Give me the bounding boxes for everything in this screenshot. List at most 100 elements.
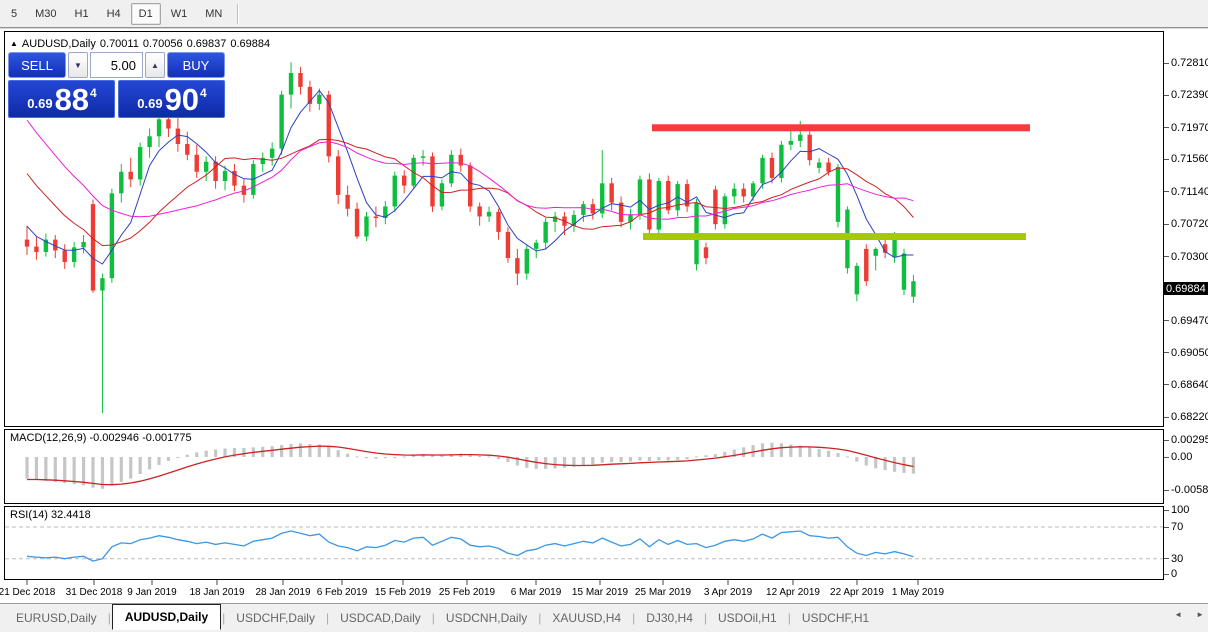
- date-label: 22 Apr 2019: [830, 587, 884, 598]
- sell-price-prefix: 0.69: [27, 96, 53, 111]
- macd-histogram-bar: [364, 457, 369, 459]
- macd-histogram-bar: [600, 457, 604, 463]
- support-line[interactable]: [643, 233, 1026, 241]
- candle-body: [835, 167, 841, 222]
- macd-histogram-bar: [204, 450, 208, 457]
- macd-histogram-bar: [826, 450, 831, 457]
- date-label: 18 Jan 2019: [189, 587, 245, 598]
- chart-close-value: 0.69884: [230, 38, 271, 50]
- candle-body: [637, 179, 643, 215]
- time-axis[interactable]: 21 Dec 2018 31 Dec 2018 9 Jan 2019 18 Jan 2…: [0, 580, 1164, 602]
- price-axis-label: 0.71970: [1164, 122, 1208, 134]
- chart-title: ▲ AUDUSD,Daily 0.70011 0.70056 0.69837 0…: [10, 38, 270, 50]
- sell-quote-box[interactable]: 0.69 88 4: [8, 80, 115, 118]
- candle-body: [713, 189, 718, 225]
- axis-tick: [1164, 352, 1169, 354]
- rsi-indicator-pane[interactable]: [4, 506, 1164, 580]
- tab-usdcad-daily[interactable]: USDCAD,Daily: [330, 607, 431, 629]
- tab-audusd-daily[interactable]: AUDUSD,Daily: [111, 604, 222, 630]
- tab-scroll-controls: ◄ ►: [1174, 610, 1204, 619]
- macd-histogram-bar: [374, 457, 378, 459]
- current-price-tag: 0.69884: [1164, 282, 1208, 296]
- candle-body: [524, 248, 529, 274]
- timeframe-button-h1[interactable]: H1: [67, 3, 97, 25]
- timeframe-button-d1[interactable]: D1: [130, 2, 161, 25]
- timeframe-button-5[interactable]: 5: [3, 3, 25, 25]
- macd-axis-label: 0.002957: [1164, 434, 1208, 446]
- axis-tick: [1164, 223, 1169, 225]
- candle-body: [34, 246, 39, 252]
- candle-body: [81, 241, 86, 248]
- candle-body: [732, 188, 737, 197]
- candle-body: [166, 119, 171, 129]
- price-axis-label: 0.68640: [1164, 379, 1208, 391]
- price-axis-label: 0.69470: [1164, 315, 1208, 327]
- tab-separator: |: [325, 611, 330, 625]
- date-label: 28 Jan 2019: [255, 587, 311, 598]
- macd-histogram-bar: [638, 457, 642, 461]
- macd-axis-label: 0.00: [1164, 451, 1192, 463]
- candle-body: [543, 221, 548, 243]
- one-click-trading-panel: SELL ▼ 5.00 ▲ BUY 0.69 88 4 0.69 90 4: [8, 52, 225, 118]
- resistance-line[interactable]: [652, 124, 1030, 132]
- macd-histogram-bar: [176, 457, 180, 458]
- macd-histogram-bar: [647, 457, 651, 461]
- macd-histogram-bar: [591, 457, 595, 465]
- macd-histogram-bar: [685, 457, 689, 460]
- macd-histogram-bar: [44, 457, 48, 481]
- tab-dj30-h4[interactable]: DJ30,H4: [636, 607, 703, 629]
- candle-body: [345, 194, 350, 209]
- tab-usdchf-daily[interactable]: USDCHF,Daily: [226, 607, 325, 629]
- rsi-canvas[interactable]: [5, 507, 1163, 579]
- tab-eurusd-daily[interactable]: EURUSD,Daily: [6, 607, 107, 629]
- candle-body: [666, 181, 671, 211]
- timeframe-button-h4[interactable]: H4: [99, 3, 129, 25]
- price-axis-label: 0.72390: [1164, 89, 1208, 101]
- sell-button[interactable]: SELL: [8, 52, 66, 78]
- candle-body: [279, 94, 284, 149]
- candle-body: [892, 238, 897, 258]
- candle-body: [137, 147, 143, 180]
- volume-decrease-button[interactable]: ▼: [68, 52, 88, 78]
- timeframe-button-mn[interactable]: MN: [197, 3, 230, 25]
- candle-body: [213, 161, 218, 182]
- macd-histogram-bar: [892, 457, 897, 472]
- macd-label: MACD(12,26,9) -0.002946 -0.001775: [10, 432, 192, 444]
- toolbar-separator: [237, 3, 239, 24]
- tab-usdcnh-daily[interactable]: USDCNH,Daily: [436, 607, 537, 629]
- price-axis-label: 0.69050: [1164, 347, 1208, 359]
- candle-body: [147, 136, 152, 148]
- buy-quote-box[interactable]: 0.69 90 4: [118, 80, 225, 118]
- candle-body: [402, 175, 407, 186]
- volume-input[interactable]: 5.00: [90, 52, 143, 78]
- right-price-axis[interactable]: 0.72810 0.72390 0.71970 0.71560 0.71140 0.707…: [1164, 31, 1208, 601]
- macd-histogram-bar: [298, 443, 303, 457]
- tab-separator: |: [632, 611, 636, 625]
- candle-body: [203, 161, 209, 172]
- timeframe-button-m30[interactable]: M30: [27, 3, 64, 25]
- candle-body: [449, 154, 454, 184]
- candle-body: [741, 188, 746, 197]
- tab-usdchf-h1[interactable]: USDCHF,H1: [792, 607, 879, 629]
- macd-histogram-bar: [157, 457, 161, 465]
- tab-scroll-left-icon[interactable]: ◄: [1174, 610, 1182, 619]
- tab-separator: |: [787, 611, 791, 625]
- tab-separator: |: [431, 611, 435, 625]
- macd-histogram-bar: [25, 457, 29, 479]
- macd-histogram-bar: [657, 457, 661, 461]
- tab-usdoil-h1[interactable]: USDOil,H1: [708, 607, 787, 629]
- candle-body: [486, 211, 492, 217]
- price-axis-label: 0.72810: [1164, 57, 1208, 69]
- candle-body: [100, 278, 105, 291]
- macd-histogram-bar: [883, 457, 887, 471]
- tab-xauusd-h4[interactable]: XAUUSD,H4: [542, 607, 631, 629]
- candle-body: [769, 157, 775, 178]
- volume-increase-button[interactable]: ▲: [145, 52, 165, 78]
- tab-scroll-right-icon[interactable]: ►: [1196, 610, 1204, 619]
- buy-button[interactable]: BUY: [167, 52, 225, 78]
- candle-body: [420, 156, 426, 158]
- timeframe-button-w1[interactable]: W1: [163, 3, 196, 25]
- chart-collapse-icon[interactable]: ▲: [10, 39, 18, 48]
- macd-histogram-bar: [289, 443, 293, 457]
- buy-price-sup: 4: [200, 86, 207, 100]
